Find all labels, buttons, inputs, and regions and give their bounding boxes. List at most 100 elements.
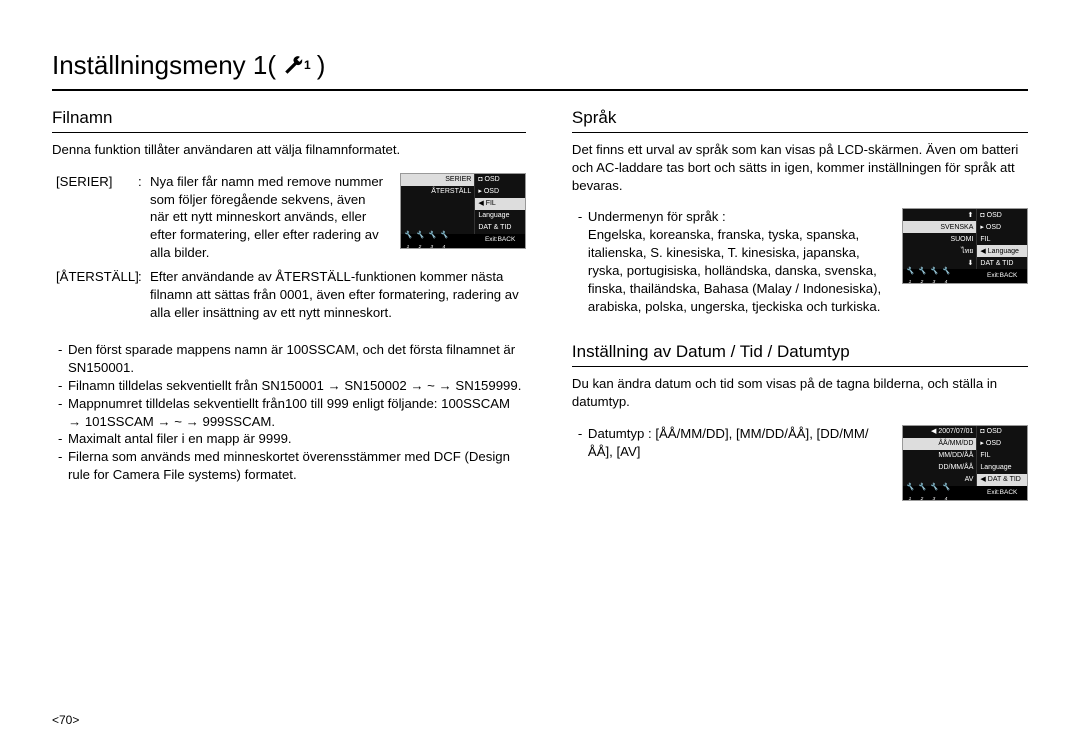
lcd-item: Language [475, 210, 525, 222]
icon-sub: 1 [304, 57, 311, 73]
lcd-item: ◀2007/07/01 [903, 426, 977, 438]
lcd-bottom: 🔧₁🔧₂🔧₃🔧₄ Exit:BACK [401, 234, 525, 248]
lcd-label: 2007/07/01 [938, 427, 973, 436]
filnamn-notes: -Den först sparade mappens namn är 100SS… [52, 341, 526, 484]
dash: - [58, 395, 68, 431]
wrench-icon: 1 [282, 55, 311, 77]
filnamn-intro: Denna funktion tillåter användaren att v… [52, 141, 526, 159]
lcd-exit: Exit:BACK [977, 269, 1027, 283]
title-end: ) [317, 48, 326, 83]
lcd-tabs: 🔧₁🔧₂🔧₃🔧₄ [401, 234, 475, 248]
dash: - [58, 341, 68, 377]
tri-icon: ◀ [931, 427, 936, 436]
def-table: [ÅTERSTÄLL] : Efter användande av ÅTERST… [52, 268, 526, 321]
column-right: Språk Det finns ett urval av språk som k… [572, 107, 1028, 501]
lcd-datum: ◀2007/07/01◘OSD ÅÅ/MM/DD▸OSD MM/DD/ÅÅFIL… [902, 425, 1028, 501]
list-item: -Filerna som används med minneskortet öv… [58, 448, 526, 484]
lcd-filnamn: SERIER◘OSD ÅTERSTÄLL▸OSD ◀FIL Language D… [400, 173, 526, 249]
lcd-item: ไทย [903, 245, 977, 257]
def-term: [SERIER] [52, 173, 138, 191]
wrench-tab-icon: 🔧₁ [905, 483, 915, 502]
note-text: Maximalt antal filer i en mapp är 9999. [68, 430, 526, 448]
lcd-label: Language [988, 247, 1019, 256]
lcd-item: Language [977, 462, 1027, 474]
lcd-item: DD/MM/ÅÅ [903, 462, 977, 474]
def-row-aterstall: [ÅTERSTÄLL] : Efter användande av ÅTERST… [52, 268, 526, 321]
datum-sublabel: Datumtyp : [ÅÅ/MM/DD], [MM/DD/ÅÅ], [DD/M… [588, 425, 888, 461]
lcd-item: ◘OSD [475, 174, 525, 186]
def-sep: : [138, 173, 150, 191]
wrench-tab-icon: 🔧₁ [403, 231, 413, 250]
lcd-item: ▸OSD [977, 438, 1027, 450]
columns: Filnamn Denna funktion tillåter användar… [52, 107, 1028, 501]
lcd-bottom: 🔧₁🔧₂🔧₃🔧₄ Exit:BACK [903, 269, 1027, 283]
def-table: [SERIER] : Nya filer får namn med remove… [52, 173, 386, 262]
lcd-exit: Exit:BACK [977, 486, 1027, 500]
page-title: Inställningsmeny 1( 1 ) [52, 48, 1028, 91]
tri-icon: ◀ [478, 199, 483, 208]
lcd-item: DAT & TID [475, 222, 525, 234]
def-sep: : [138, 268, 150, 286]
play-icon: ▸ [980, 439, 984, 448]
dash: - [58, 448, 68, 484]
lcd-item: ◘OSD [977, 426, 1027, 438]
lcd-tabs: 🔧₁🔧₂🔧₃🔧₄ [903, 486, 977, 500]
lcd-label: OSD [987, 427, 1002, 436]
dash: - [578, 208, 588, 315]
lcd-label: DAT & TID [988, 475, 1021, 484]
wrench-tab-icon: 🔧₄ [439, 231, 449, 250]
datum-intro: Du kan ändra datum och tid som visas på … [572, 375, 1028, 411]
camera-icon: ◘ [478, 175, 482, 184]
sprak-body-with-lcd: -Undermenyn för språk :Engelska, koreans… [572, 208, 1028, 315]
lcd-exit: Exit:BACK [475, 234, 525, 248]
wrench-tab-icon: 🔧₃ [929, 267, 939, 286]
dash: - [58, 377, 68, 395]
note-text: Mappnumret tilldelas sekventiellt från10… [68, 395, 526, 431]
note-text: Filnamn tilldelas sekventiellt från SN15… [68, 377, 526, 395]
camera-icon: ◘ [980, 427, 984, 436]
section-sprak-heading: Språk [572, 107, 1028, 133]
lcd-item: ÅTERSTÄLL [401, 186, 475, 198]
wrench-tab-icon: 🔧₂ [415, 231, 425, 250]
camera-icon: ◘ [980, 211, 984, 220]
play-icon: ▸ [478, 187, 482, 196]
lcd-label: OSD [484, 187, 499, 196]
list-item: -Filnamn tilldelas sekventiellt från SN1… [58, 377, 526, 395]
lcd-label: OSD [987, 211, 1002, 220]
wrench-tab-icon: 🔧₃ [929, 483, 939, 502]
page-number: <70> [52, 712, 79, 728]
lcd-bottom: 🔧₁🔧₂🔧₃🔧₄ Exit:BACK [903, 486, 1027, 500]
wrench-tab-icon: 🔧₃ [427, 231, 437, 250]
title-text: Inställningsmeny 1( [52, 48, 276, 83]
lcd-tabs: 🔧₁🔧₂🔧₃🔧₄ [903, 269, 977, 283]
sprak-intro: Det finns ett urval av språk som kan vis… [572, 141, 1028, 194]
def-body: Efter användande av ÅTERSTÄLL-funktionen… [150, 268, 526, 321]
list-item: -Undermenyn för språk :Engelska, koreans… [578, 208, 888, 315]
datum-body-with-lcd: -Datumtyp : [ÅÅ/MM/DD], [MM/DD/ÅÅ], [DD/… [572, 425, 1028, 501]
filnamn-defs-with-lcd: [SERIER] : Nya filer får namn med remove… [52, 173, 526, 268]
tri-icon: ◀ [980, 247, 985, 256]
lcd-label: OSD [986, 439, 1001, 448]
wrench-tab-icon: 🔧₁ [905, 267, 915, 286]
lcd-label: FIL [486, 199, 496, 208]
lcd-item: ▸OSD [475, 186, 525, 198]
wrench-tab-icon: 🔧₂ [917, 483, 927, 502]
wrench-tab-icon: 🔧₄ [941, 483, 951, 502]
list-item: -Den först sparade mappens namn är 100SS… [58, 341, 526, 377]
def-term: [ÅTERSTÄLL] [52, 268, 138, 286]
lcd-item [401, 210, 475, 222]
sprak-sublabel: Undermenyn för språk : [588, 208, 888, 226]
lcd-item: ◀Language [977, 245, 1027, 257]
def-row-serier: [SERIER] : Nya filer får namn med remove… [52, 173, 386, 262]
list-item: -Maximalt antal filer i en mapp är 9999. [58, 430, 526, 448]
lcd-item: FIL [977, 233, 1027, 245]
tri-icon: ◀ [980, 475, 985, 484]
def-body: Nya filer får namn med remove nummer som… [150, 173, 386, 262]
list-item: -Mappnumret tilldelas sekventiellt från1… [58, 395, 526, 431]
page: Inställningsmeny 1( 1 ) Filnamn Denna fu… [0, 0, 1080, 746]
lcd-item: ◘OSD [977, 209, 1027, 221]
lcd-item: ◀FIL [475, 198, 525, 210]
lcd-label: OSD [986, 223, 1001, 232]
lcd-item: DAT & TID [977, 257, 1027, 269]
sprak-sub: -Undermenyn för språk :Engelska, koreans… [572, 208, 888, 315]
